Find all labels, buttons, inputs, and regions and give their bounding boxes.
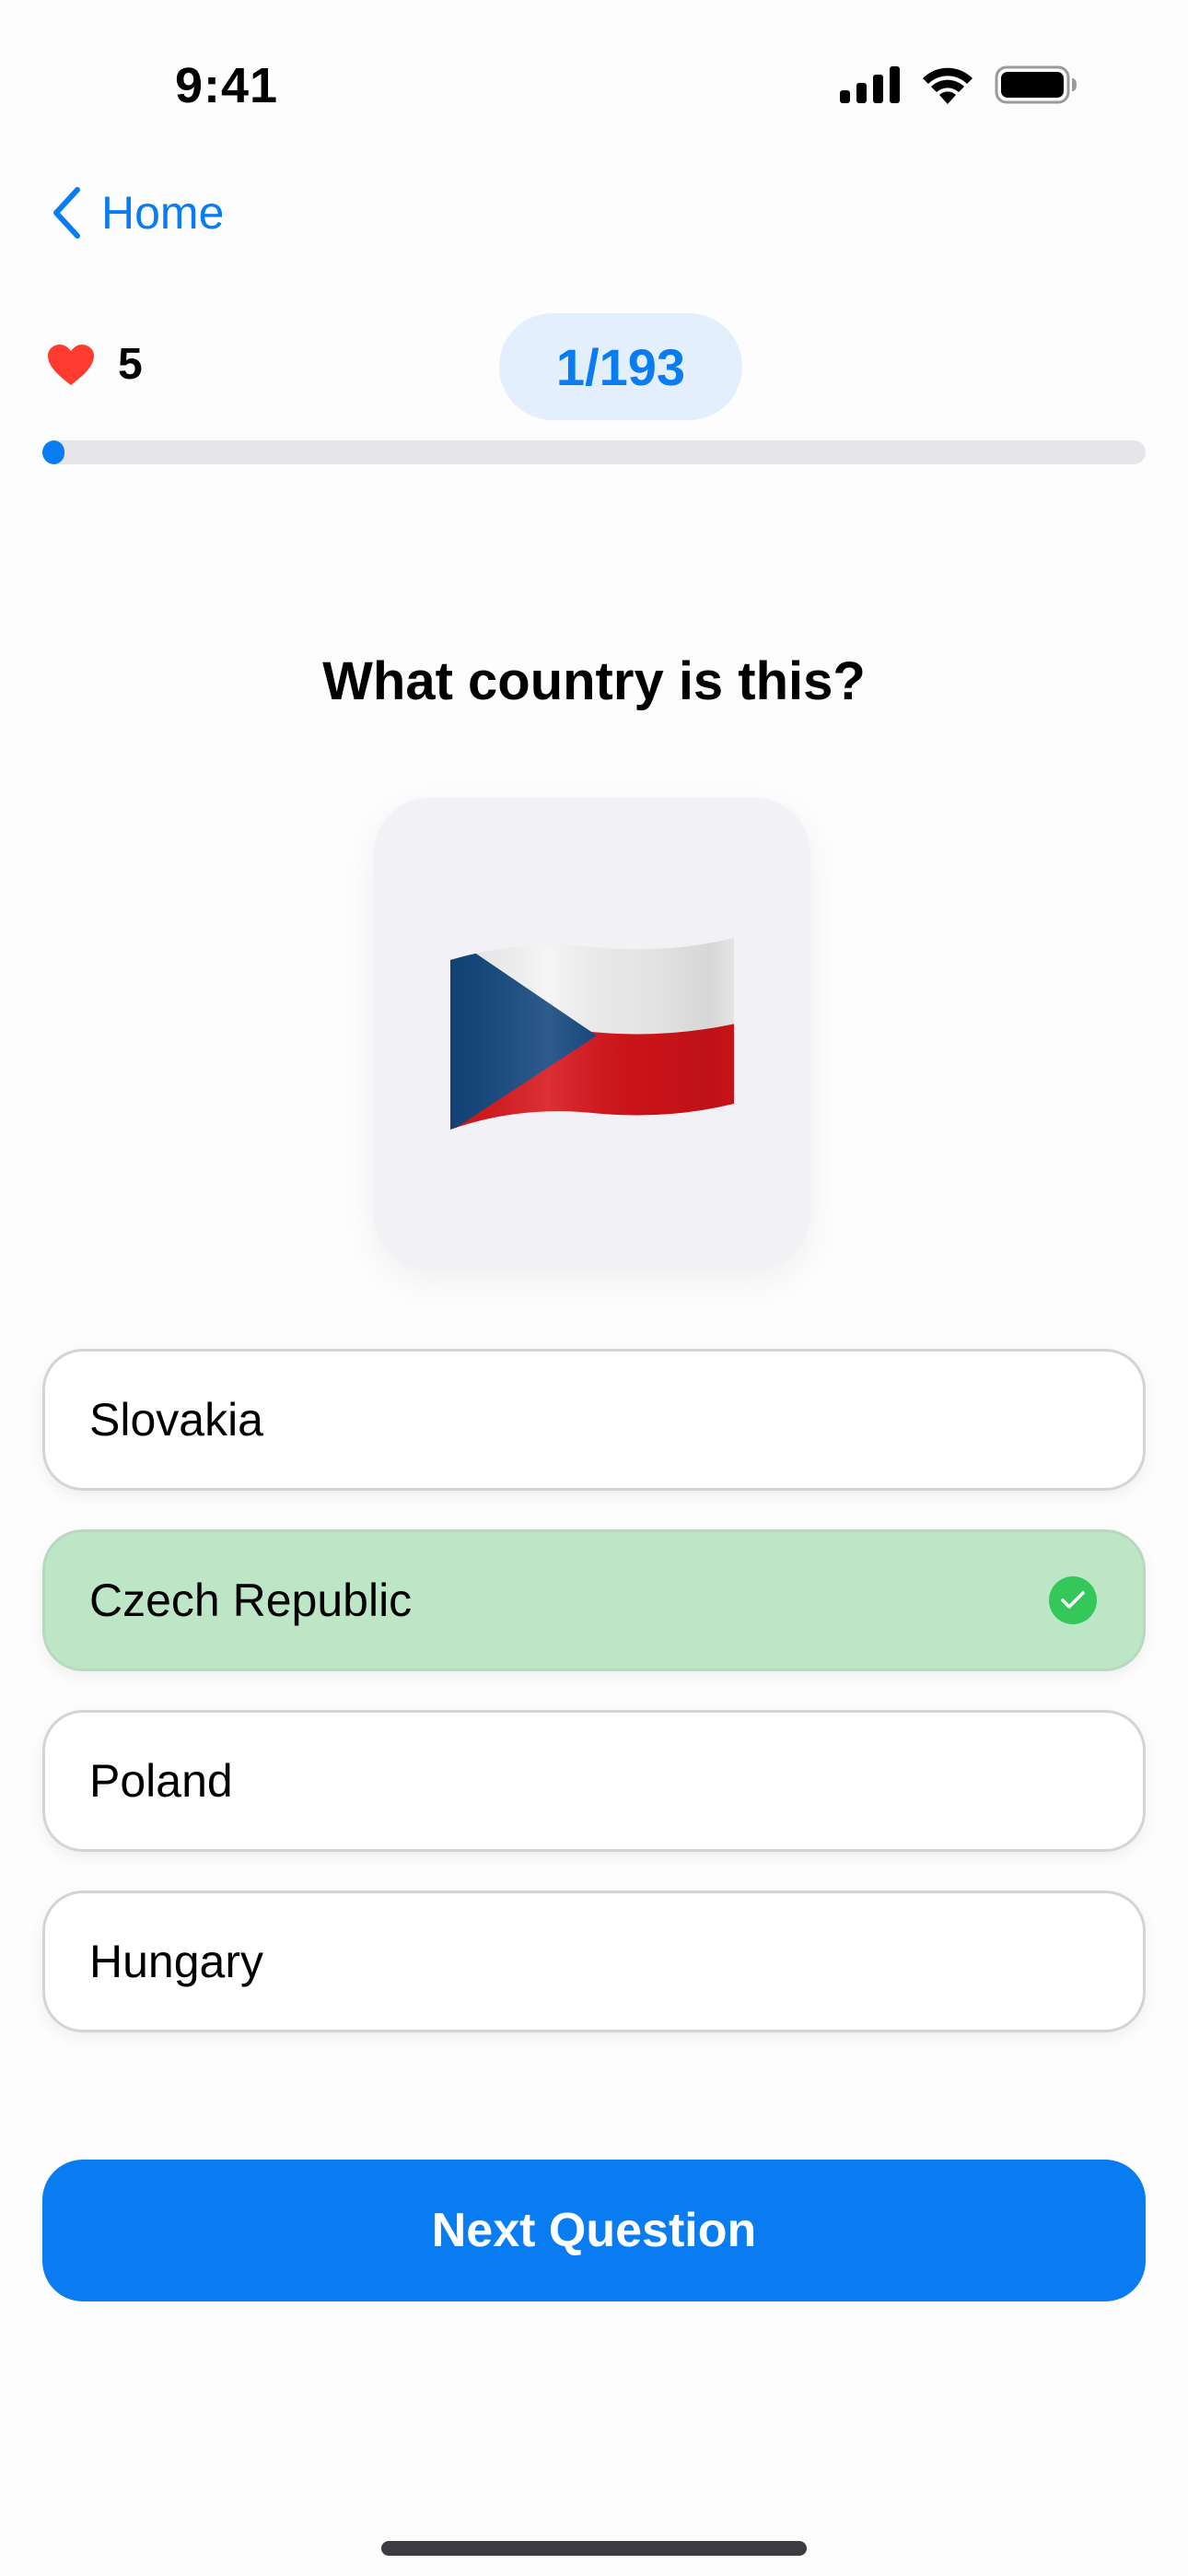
czech-flag-icon: [450, 938, 734, 1130]
question-text: What country is this?: [322, 651, 866, 711]
lives-count: 5: [118, 340, 143, 389]
status-time: 9:41: [175, 58, 279, 113]
progress-bar-fill: [42, 440, 64, 464]
question-progress-badge: 1/193: [499, 313, 742, 420]
lives-counter: 5: [46, 339, 143, 390]
heart-icon: [48, 344, 94, 385]
home-indicator[interactable]: [381, 2541, 807, 2556]
checkmark-icon: [1049, 1576, 1097, 1624]
progress-bar: [42, 440, 1146, 464]
back-label: Home: [101, 187, 225, 239]
answer-option[interactable]: Hungary: [42, 1891, 1146, 2032]
answer-option-label: Czech Republic: [89, 1575, 413, 1626]
back-button[interactable]: Home: [52, 181, 224, 245]
answer-option[interactable]: Poland: [42, 1710, 1146, 1852]
status-icons: [840, 64, 1077, 105]
cellular-signal-icon: [840, 66, 900, 103]
next-question-button[interactable]: Next Question: [42, 2160, 1146, 2301]
wifi-icon: [923, 67, 973, 104]
answer-option-label: Poland: [89, 1755, 233, 1807]
battery-icon: [995, 65, 1077, 104]
answer-option[interactable]: Slovakia: [42, 1349, 1146, 1491]
answer-option-label: Hungary: [89, 1936, 263, 1987]
flag-card: [374, 798, 810, 1270]
answer-option-label: Slovakia: [89, 1394, 263, 1446]
chevron-left-icon: [53, 187, 80, 239]
answer-option-correct[interactable]: Czech Republic: [42, 1529, 1146, 1671]
